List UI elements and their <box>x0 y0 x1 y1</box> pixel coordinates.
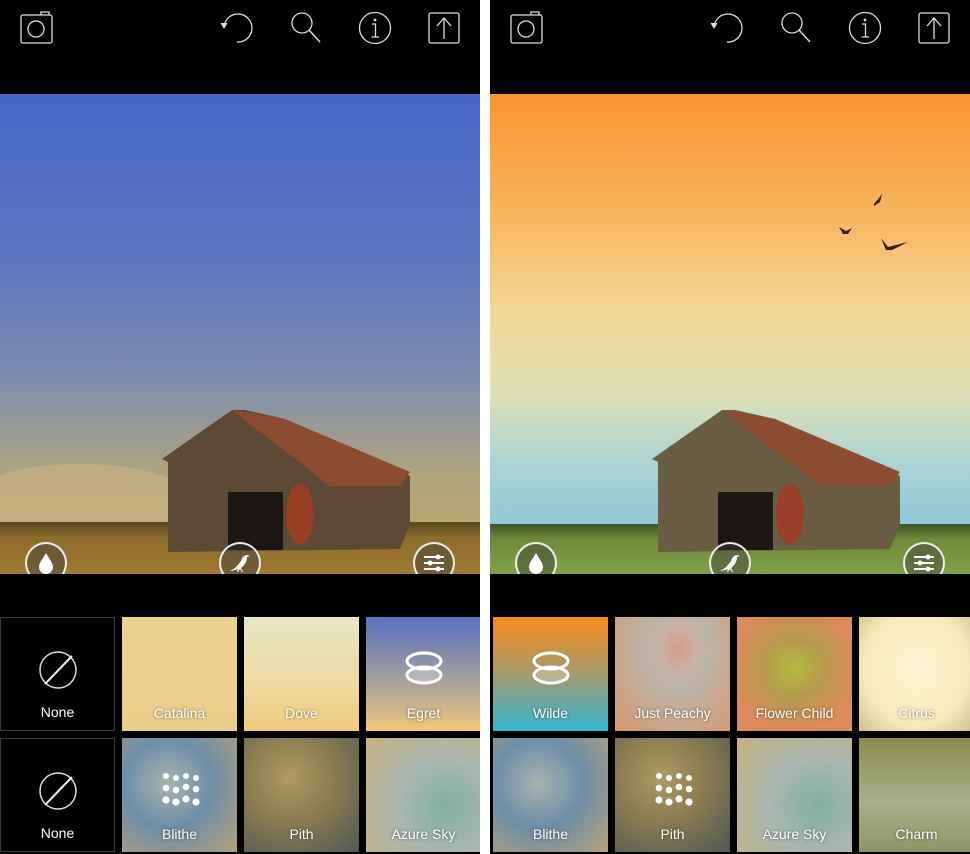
sliders-icon <box>914 554 934 572</box>
none-icon <box>38 651 77 689</box>
tile-blithe[interactable]: Blithe <box>122 738 237 852</box>
share-icon <box>428 12 460 44</box>
tile-label: Egret <box>406 705 441 721</box>
search-icon <box>781 12 811 43</box>
tile-label: None <box>40 825 75 841</box>
bird-icon <box>720 555 740 572</box>
search-icon <box>291 12 321 43</box>
dots-icon <box>161 773 200 806</box>
top-toolbar <box>490 0 970 94</box>
tile-pith[interactable]: Pith <box>615 738 730 852</box>
tile-azure-sky[interactable]: Azure Sky <box>366 738 480 852</box>
info-button[interactable] <box>357 10 393 46</box>
tile-flower-child[interactable]: Flower Child <box>737 617 852 731</box>
tile-label: Blithe <box>532 826 569 842</box>
filter-tiles: None Catalina Dove Egret None Blithe Pit… <box>0 617 480 854</box>
camera-icon <box>20 11 53 44</box>
camera-button[interactable] <box>509 10 545 46</box>
undo-icon <box>710 13 743 43</box>
sliders-icon <box>424 554 444 572</box>
tile-dove[interactable]: Dove <box>244 617 359 731</box>
undo-button[interactable] <box>709 10 745 46</box>
tile-label: Dove <box>285 705 318 721</box>
tile-blithe[interactable]: Blithe <box>493 738 608 852</box>
tile-label: Pith <box>289 826 314 842</box>
tile-charm[interactable]: Charm <box>859 738 970 852</box>
top-toolbar <box>0 0 480 94</box>
tile-label: Blithe <box>161 826 198 842</box>
filter-tiles: Wilde Just Peachy Flower Child Citrus Bl… <box>490 617 970 854</box>
tile-label: None <box>40 704 75 720</box>
tile-none-row1[interactable]: None <box>0 617 115 731</box>
tile-citrus[interactable]: Citrus <box>859 617 970 731</box>
panel-divider <box>480 0 490 854</box>
tile-catalina[interactable]: Catalina <box>122 617 237 731</box>
barn-photo <box>490 94 970 574</box>
tile-none-row2[interactable]: None <box>0 738 115 852</box>
tile-label: Azure Sky <box>391 826 456 842</box>
camera-icon <box>510 11 543 44</box>
share-icon <box>918 12 950 44</box>
tile-pith[interactable]: Pith <box>244 738 359 852</box>
tile-label: Flower Child <box>755 705 834 721</box>
dots-icon <box>654 773 693 806</box>
drop-icon <box>39 553 53 574</box>
tile-just-peachy[interactable]: Just Peachy <box>615 617 730 731</box>
tile-label: Charm <box>895 826 938 842</box>
share-button[interactable] <box>916 10 952 46</box>
info-icon <box>848 11 882 45</box>
none-icon <box>38 772 77 810</box>
tile-label: Wilde <box>532 705 568 721</box>
drop-icon <box>529 553 543 574</box>
share-button[interactable] <box>426 10 462 46</box>
screen-left: None Catalina Dove Egret None Blithe Pit… <box>0 0 480 854</box>
tile-label: Citrus <box>898 705 935 721</box>
tile-label: Pith <box>660 826 685 842</box>
tile-egret[interactable]: Egret <box>366 617 480 731</box>
undo-button[interactable] <box>219 10 255 46</box>
info-icon <box>358 11 392 45</box>
tile-azure-sky[interactable]: Azure Sky <box>737 738 852 852</box>
info-button[interactable] <box>847 10 883 46</box>
search-button[interactable] <box>288 10 324 46</box>
photo-preview[interactable] <box>0 94 480 574</box>
rings-icon <box>532 651 569 685</box>
rings-icon <box>405 651 442 685</box>
tile-label: Azure Sky <box>762 826 827 842</box>
camera-button[interactable] <box>19 10 55 46</box>
barn-photo <box>0 94 480 574</box>
undo-icon <box>220 13 253 43</box>
bird-icon <box>230 555 250 572</box>
photo-preview[interactable] <box>490 94 970 574</box>
search-button[interactable] <box>778 10 814 46</box>
screen-right: Wilde Just Peachy Flower Child Citrus Bl… <box>490 0 970 854</box>
tile-wilde[interactable]: Wilde <box>493 617 608 731</box>
tile-label: Catalina <box>153 705 206 721</box>
tile-label: Just Peachy <box>634 705 711 721</box>
